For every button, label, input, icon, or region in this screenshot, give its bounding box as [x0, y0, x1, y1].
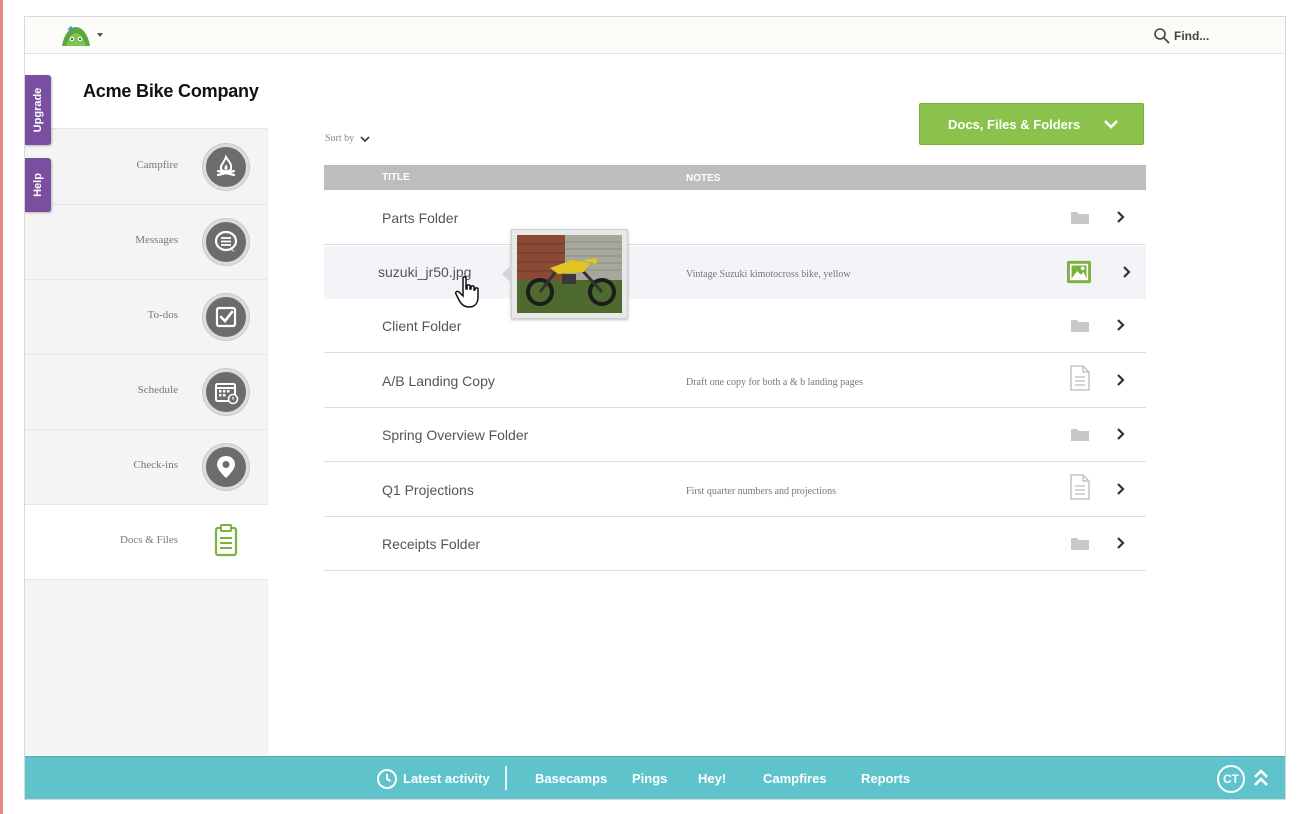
row-title[interactable]: Q1 Projections [382, 482, 474, 498]
chevron-right-icon[interactable] [1114, 425, 1128, 443]
user-initials: CT [1223, 772, 1239, 786]
company-name[interactable]: Acme Bike Company [83, 81, 259, 102]
table-row[interactable]: A/B Landing Copy Draft one copy for both… [324, 354, 1146, 408]
column-header-title[interactable]: TITLE [382, 172, 410, 183]
image-file-icon [1067, 260, 1091, 284]
sidebar-item-label: Docs & Files [119, 534, 178, 546]
help-tab[interactable]: Help [25, 158, 51, 212]
campfire-icon [203, 144, 249, 190]
document-icon [213, 523, 239, 562]
pings-link[interactable]: Pings [632, 771, 667, 786]
table-row[interactable]: Client Folder [324, 299, 1146, 353]
reports-link[interactable]: Reports [861, 771, 910, 786]
folder-icon [1068, 422, 1092, 446]
basecamps-link[interactable]: Basecamps [535, 771, 607, 786]
clock-icon [377, 769, 397, 789]
row-title[interactable]: Parts Folder [382, 210, 458, 226]
sidebar-item-label: To-dos [147, 309, 178, 321]
campfires-link[interactable]: Campfires [763, 771, 827, 786]
chevron-right-icon[interactable] [1114, 534, 1128, 552]
upgrade-tab[interactable]: Upgrade [25, 75, 51, 145]
document-file-icon [1068, 474, 1092, 500]
folder-icon [1068, 531, 1092, 555]
folder-icon [1068, 313, 1092, 337]
top-bar: Find... [25, 17, 1285, 54]
table-row[interactable]: Receipts Folder [324, 517, 1146, 571]
folder-icon [1068, 205, 1092, 229]
table-header: TITLE NOTES [324, 165, 1146, 190]
window-edge [0, 0, 3, 814]
docs-files-folders-dropdown[interactable]: Docs, Files & Folders [919, 103, 1144, 145]
row-notes: First quarter numbers and projections [686, 486, 836, 497]
dropdown-label: Docs, Files & Folders [948, 117, 1081, 132]
sort-by-control[interactable]: Sort by [325, 133, 370, 144]
row-title[interactable]: Spring Overview Folder [382, 427, 528, 443]
sidebar-item-schedule[interactable]: Schedule [25, 355, 268, 430]
motorcycle-photo [517, 235, 622, 313]
column-header-notes[interactable]: NOTES [686, 173, 720, 184]
upgrade-tab-label: Upgrade [32, 87, 44, 133]
footer-bar: Latest activity Basecamps Pings Hey! Cam… [25, 756, 1285, 799]
sidebar-item-label: Campfire [136, 159, 178, 171]
chevron-right-icon[interactable] [1114, 480, 1128, 498]
footer-divider [505, 766, 507, 790]
user-avatar-badge[interactable]: CT [1217, 765, 1245, 793]
row-title[interactable]: Receipts Folder [382, 536, 480, 552]
location-pin-icon [203, 444, 249, 490]
message-icon [203, 219, 249, 265]
table-row[interactable]: suzuki_jr50.jpg Vintage Suzuki kimotocro… [324, 246, 1146, 300]
chevron-right-icon[interactable] [1120, 263, 1134, 281]
chevron-right-icon[interactable] [1114, 371, 1128, 389]
row-notes: Vintage Suzuki kimotocross bike, yellow [686, 269, 851, 280]
sidebar-item-label: Messages [135, 234, 178, 246]
sidebar-item-label: Check-ins [133, 459, 178, 471]
company-header: Acme Bike Company [25, 55, 268, 129]
latest-activity-link[interactable]: Latest activity [403, 771, 490, 786]
sidebar-item-todos[interactable]: To-dos [25, 280, 268, 355]
find-label: Find... [1174, 29, 1210, 43]
document-file-icon [1068, 365, 1092, 391]
row-title[interactable]: Client Folder [382, 318, 461, 334]
chevron-right-icon[interactable] [1114, 208, 1128, 226]
sidebar-item-label: Schedule [137, 384, 178, 396]
help-tab-label: Help [32, 173, 44, 197]
app-window: Find... Acme Bike Company Campfire Messa… [24, 16, 1286, 800]
double-chevron-up-icon[interactable] [1253, 767, 1269, 789]
calendar-icon [203, 369, 249, 415]
basecamp-logo-icon[interactable] [60, 24, 92, 48]
logo-dropdown-caret-icon[interactable] [97, 33, 103, 37]
row-notes: Draft one copy for both a & b landing pa… [686, 377, 863, 388]
sort-by-label: Sort by [325, 133, 355, 144]
chevron-down-icon [1104, 120, 1118, 129]
sidebar-item-checkins[interactable]: Check-ins [25, 430, 268, 505]
table-row[interactable]: Spring Overview Folder [324, 408, 1146, 462]
table-row[interactable]: Q1 Projections First quarter numbers and… [324, 463, 1146, 517]
chevron-right-icon[interactable] [1114, 316, 1128, 334]
checkbox-icon [203, 294, 249, 340]
chevron-down-icon [360, 135, 370, 142]
sidebar-item-docs-files[interactable]: Docs & Files [25, 505, 268, 580]
image-preview-thumbnail [502, 229, 628, 319]
hey-link[interactable]: Hey! [698, 771, 726, 786]
preview-pointer [502, 264, 512, 284]
sidebar-item-messages[interactable]: Messages [25, 205, 268, 280]
row-title[interactable]: A/B Landing Copy [382, 373, 495, 389]
find-search[interactable]: Find... [1153, 25, 1209, 47]
sidebar: Acme Bike Company Campfire Messages To-d… [25, 55, 268, 755]
hand-pointer-cursor-icon [455, 275, 483, 314]
table-row[interactable]: Parts Folder [324, 191, 1146, 245]
search-icon [1154, 28, 1170, 44]
sidebar-item-campfire[interactable]: Campfire [25, 130, 268, 205]
